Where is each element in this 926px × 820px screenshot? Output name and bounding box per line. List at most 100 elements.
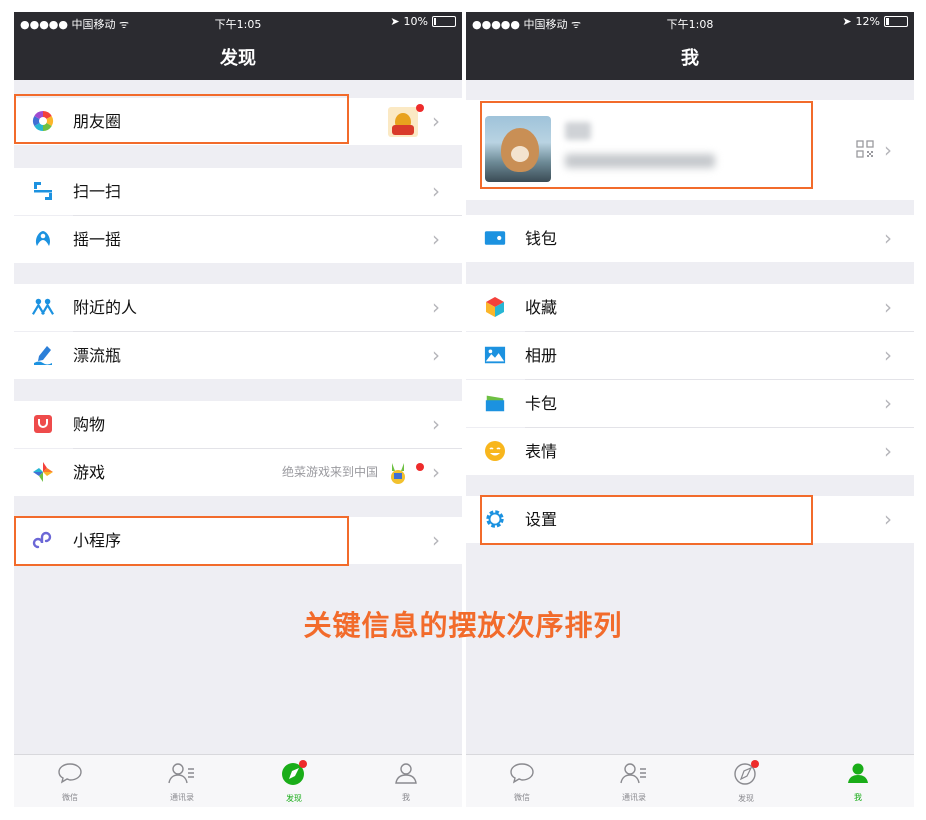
profile-card[interactable]: › bbox=[466, 100, 914, 200]
moments-label: 朋友圈 bbox=[73, 112, 122, 131]
games-item[interactable]: 游戏 绝菜游戏来到中国 › bbox=[14, 449, 462, 496]
chevron-right-icon: › bbox=[884, 507, 892, 531]
wallet-item[interactable]: 钱包 › bbox=[466, 215, 914, 262]
tab-bar: 微信 通讯录 发现 我 bbox=[14, 754, 462, 807]
card-wallet-label: 卡包 bbox=[525, 394, 558, 413]
contacts-icon bbox=[619, 761, 649, 789]
tab-discover[interactable]: 发现 bbox=[690, 755, 802, 807]
chevron-right-icon: › bbox=[884, 439, 892, 463]
settings-icon bbox=[484, 508, 506, 530]
qr-code-icon[interactable] bbox=[856, 140, 874, 162]
tab-contacts[interactable]: 通讯录 bbox=[578, 755, 690, 807]
card-wallet-item[interactable]: 卡包 › bbox=[466, 380, 914, 427]
status-bar: ●●●●● 中国移动 ᯤ 下午1:05 ➤ 10% bbox=[14, 12, 462, 34]
caption: 关键信息的摆放次序排列 bbox=[303, 609, 623, 642]
tab-label: 发现 bbox=[738, 793, 754, 803]
discover-screen: ●●●●● 中国移动 ᯤ 下午1:05 ➤ 10% 发现 朋友圈 › 扫一扫 ›… bbox=[14, 12, 462, 807]
drift-bottle-item[interactable]: 漂流瓶 › bbox=[14, 332, 462, 379]
tab-chats[interactable]: 微信 bbox=[466, 755, 578, 807]
tab-label: 微信 bbox=[62, 792, 78, 802]
settings-label: 设置 bbox=[525, 510, 558, 529]
tab-contacts[interactable]: 通讯录 bbox=[126, 755, 238, 807]
games-thumbnail bbox=[388, 461, 408, 485]
tab-label: 通讯录 bbox=[622, 792, 646, 802]
favorites-label: 收藏 bbox=[525, 298, 558, 317]
mini-program-item[interactable]: 小程序 › bbox=[14, 517, 462, 564]
tab-label: 微信 bbox=[514, 792, 530, 802]
settings-item[interactable]: 设置 › bbox=[466, 496, 914, 543]
tab-label: 通讯录 bbox=[170, 792, 194, 802]
profile-name-blurred bbox=[565, 122, 591, 140]
chevron-right-icon: › bbox=[884, 226, 892, 250]
tab-me[interactable]: 我 bbox=[802, 755, 914, 807]
people-nearby-icon bbox=[32, 296, 54, 318]
tab-bar: 微信 通讯录 发现 我 bbox=[466, 754, 914, 807]
tab-label: 我 bbox=[402, 792, 410, 802]
chevron-right-icon: › bbox=[432, 109, 440, 133]
card-wallet-icon bbox=[484, 392, 506, 414]
stickers-item[interactable]: 表情 › bbox=[466, 428, 914, 475]
people-nearby-item[interactable]: 附近的人 › bbox=[14, 284, 462, 331]
stickers-label: 表情 bbox=[525, 442, 558, 461]
moments-icon bbox=[32, 110, 54, 132]
wechat-id-blurred bbox=[565, 154, 715, 168]
battery-icon bbox=[884, 16, 908, 27]
chevron-right-icon: › bbox=[432, 528, 440, 552]
favorites-icon bbox=[484, 296, 506, 318]
wallet-icon bbox=[484, 227, 506, 249]
chat-bubble-icon bbox=[508, 761, 536, 789]
chevron-right-icon: › bbox=[884, 391, 892, 415]
battery-percent: 12% bbox=[855, 15, 880, 28]
battery-percent: 10% bbox=[403, 15, 428, 28]
contacts-icon bbox=[167, 761, 197, 789]
compass-icon bbox=[280, 759, 308, 790]
chevron-right-icon: › bbox=[884, 343, 892, 367]
moments-item[interactable]: 朋友圈 › bbox=[14, 98, 462, 145]
page-title: 我 bbox=[466, 34, 914, 80]
chevron-right-icon: › bbox=[432, 412, 440, 436]
moments-avatar bbox=[388, 107, 418, 137]
status-bar: ●●●●● 中国移动 ᯤ 下午1:08 ➤ 12% bbox=[466, 12, 914, 34]
games-new-dot bbox=[416, 463, 424, 471]
shake-icon bbox=[32, 228, 54, 250]
shake-item[interactable]: 摇一摇 › bbox=[14, 216, 462, 263]
compass-icon bbox=[732, 759, 760, 790]
album-label: 相册 bbox=[525, 346, 558, 365]
me-icon bbox=[393, 761, 419, 789]
chevron-right-icon: › bbox=[884, 138, 892, 162]
moments-new-dot bbox=[416, 104, 424, 112]
me-icon bbox=[845, 761, 871, 789]
drift-bottle-label: 漂流瓶 bbox=[73, 346, 122, 365]
tab-discover[interactable]: 发现 bbox=[238, 755, 350, 807]
games-icon bbox=[32, 461, 54, 483]
chevron-right-icon: › bbox=[432, 295, 440, 319]
location-icon: ➤ bbox=[842, 15, 852, 28]
tab-me[interactable]: 我 bbox=[350, 755, 462, 807]
avatar bbox=[485, 116, 551, 182]
people-nearby-label: 附近的人 bbox=[73, 298, 138, 317]
shopping-icon bbox=[32, 413, 54, 435]
games-subtitle: 绝菜游戏来到中国 bbox=[281, 465, 378, 479]
chevron-right-icon: › bbox=[432, 460, 440, 484]
album-item[interactable]: 相册 › bbox=[466, 332, 914, 379]
favorites-item[interactable]: 收藏 › bbox=[466, 284, 914, 331]
chevron-right-icon: › bbox=[432, 343, 440, 367]
me-screen: ●●●●● 中国移动 ᯤ 下午1:08 ➤ 12% 我 › 钱包 › 收藏 › … bbox=[466, 12, 914, 807]
battery-icon bbox=[432, 16, 456, 27]
scan-item[interactable]: 扫一扫 › bbox=[14, 168, 462, 215]
games-label: 游戏 bbox=[73, 463, 106, 482]
tab-chats[interactable]: 微信 bbox=[14, 755, 126, 807]
mini-program-icon bbox=[32, 529, 54, 551]
emoji-icon bbox=[484, 440, 506, 462]
shake-label: 摇一摇 bbox=[73, 230, 122, 249]
chevron-right-icon: › bbox=[884, 295, 892, 319]
mini-program-label: 小程序 bbox=[73, 531, 122, 550]
location-icon: ➤ bbox=[390, 15, 400, 28]
tab-label: 我 bbox=[854, 792, 862, 802]
chevron-right-icon: › bbox=[432, 179, 440, 203]
scan-icon bbox=[32, 180, 54, 202]
shopping-item[interactable]: 购物 › bbox=[14, 401, 462, 448]
tab-label: 发现 bbox=[286, 793, 302, 803]
shopping-label: 购物 bbox=[73, 415, 106, 434]
album-icon bbox=[484, 344, 506, 366]
